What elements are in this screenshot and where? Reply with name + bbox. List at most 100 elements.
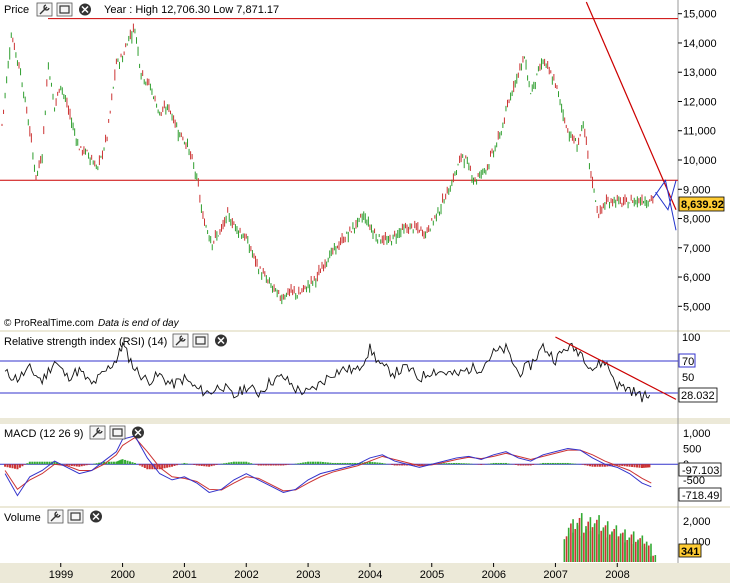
- price-tick-label: 11,000: [683, 126, 716, 138]
- macd-histogram-bar: [420, 464, 423, 466]
- price-tick-label: 9,000: [683, 184, 711, 196]
- macd-histogram-bar: [547, 462, 550, 465]
- volume-bar: [615, 539, 618, 562]
- macd-histogram-bar: [175, 464, 178, 466]
- volume-bar: [591, 527, 594, 562]
- rsi-close-button[interactable]: [215, 334, 227, 347]
- macd-histogram-bar: [257, 464, 260, 466]
- macd-histogram-bar: [445, 463, 448, 465]
- macd-histogram-bar: [235, 461, 238, 465]
- volume-window-button[interactable]: [67, 509, 84, 524]
- x-tick-label: 2000: [111, 569, 135, 581]
- x-tick-label: 2003: [296, 569, 320, 581]
- volume-bar: [606, 537, 609, 562]
- macd-histogram-bar: [267, 464, 270, 466]
- macd-histogram-bar: [621, 464, 624, 466]
- volume-bar: [652, 555, 654, 562]
- macd-histogram-bar: [240, 461, 243, 465]
- rsi-window-button[interactable]: [192, 333, 209, 348]
- rsi-tools-button[interactable]: [172, 333, 189, 348]
- macd-histogram-bar: [544, 462, 547, 465]
- macd-histogram-bar: [75, 464, 78, 467]
- macd-histogram-bar: [646, 464, 649, 468]
- macd-histogram-bar: [83, 464, 86, 466]
- volume-bar: [570, 523, 572, 562]
- volume-bar: [647, 545, 650, 562]
- volume-close-button[interactable]: [90, 510, 102, 523]
- macd-histogram-bar: [279, 464, 282, 466]
- price-tick-label: 13,000: [683, 67, 717, 79]
- macd-histogram-bar: [321, 461, 324, 465]
- macd-histogram-bar: [16, 464, 19, 470]
- macd-histogram-bar: [329, 462, 332, 465]
- macd-histogram-bar: [282, 464, 285, 466]
- macd-histogram-bar: [245, 461, 248, 465]
- macd-histogram-bar: [168, 464, 171, 468]
- price-panel-title: Price: [4, 4, 29, 16]
- macd-histogram-bar: [460, 463, 463, 465]
- macd-histogram-bar: [398, 464, 401, 466]
- macd-histogram-bar: [628, 464, 631, 467]
- macd-histogram-bar: [502, 462, 505, 465]
- volume-tools-button[interactable]: [47, 509, 64, 524]
- price-tick-label: 12,000: [683, 96, 717, 108]
- macd-histogram-bar: [403, 464, 406, 466]
- macd-histogram-bar: [220, 463, 223, 465]
- macd-histogram-bar: [143, 464, 146, 468]
- macd-histogram-bar: [462, 463, 465, 465]
- macd-histogram-bar: [193, 464, 196, 465]
- macd-histogram-bar: [205, 464, 208, 467]
- macd-histogram-bar: [549, 462, 552, 465]
- macd-close-button[interactable]: [132, 426, 144, 439]
- macd-histogram-bar: [107, 461, 110, 465]
- macd-histogram-bar: [324, 462, 327, 465]
- macd-histogram-bar: [294, 463, 297, 465]
- rsi-tick-label: 50: [682, 372, 694, 384]
- macd-histogram-bar: [349, 462, 352, 465]
- volume-bar: [619, 535, 622, 562]
- macd-histogram-bar: [465, 463, 468, 465]
- macd-histogram-bar: [227, 462, 230, 465]
- macd-histogram-bar: [443, 463, 446, 465]
- macd-histogram-bar: [277, 464, 280, 466]
- macd-window-button[interactable]: [109, 425, 126, 440]
- macd-histogram-bar: [247, 462, 250, 465]
- macd-histogram-bar: [183, 462, 186, 465]
- price-tools-button[interactable]: [36, 2, 53, 17]
- price-close-button[interactable]: [79, 3, 91, 16]
- macd-histogram-bar: [70, 464, 73, 466]
- price-tick-label: 7,000: [683, 243, 711, 255]
- rsi-panel-title: Relative strength index (RSI) (14): [4, 336, 167, 348]
- price-window-button[interactable]: [56, 2, 73, 17]
- macd-histogram-bar: [336, 462, 339, 465]
- volume-bar: [645, 547, 648, 562]
- macd-histogram-bar: [601, 464, 604, 467]
- macd-histogram-bar: [269, 464, 272, 466]
- macd-histogram-bar: [131, 462, 134, 465]
- macd-histogram-bar: [166, 464, 169, 468]
- macd-histogram-bar: [581, 464, 584, 465]
- macd-histogram-bar: [26, 463, 29, 465]
- macd-histogram-bar: [448, 463, 451, 465]
- macd-histogram-bar: [640, 464, 643, 468]
- volume-bar: [632, 544, 635, 562]
- volume-bar: [637, 540, 639, 562]
- macd-histogram-bar: [138, 464, 141, 466]
- macd-histogram-bar: [450, 463, 453, 465]
- macd-histogram-bar: [38, 461, 41, 465]
- x-tick-label: 2006: [482, 569, 506, 581]
- volume-bar: [611, 532, 613, 562]
- volume-panel-title: Volume: [4, 512, 41, 524]
- rsi-tick-label: 70: [682, 356, 694, 368]
- macd-histogram-bar: [200, 464, 203, 466]
- macd-tools-button[interactable]: [89, 425, 106, 440]
- macd-histogram-bar: [648, 464, 651, 468]
- macd-histogram-bar: [299, 462, 302, 465]
- macd-histogram-bar: [78, 464, 81, 467]
- macd-histogram-bar: [401, 464, 404, 466]
- rsi-tick-label: 100: [682, 332, 700, 344]
- macd-histogram-bar: [230, 462, 233, 465]
- volume-bar: [626, 539, 628, 562]
- macd-histogram-bar: [383, 463, 386, 465]
- macd-histogram-bar: [274, 464, 277, 466]
